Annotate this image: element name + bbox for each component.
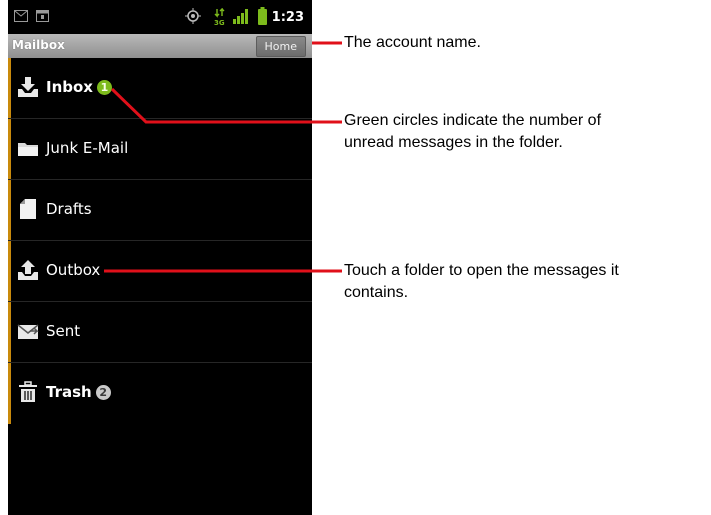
callout-open-line-2: contains. xyxy=(344,284,409,301)
callout-lines xyxy=(104,41,342,273)
callout-open-folder: Touch a folder to open the messages it c… xyxy=(344,260,619,304)
callout-unread-line-1: Green circles indicate the number of xyxy=(344,112,602,129)
callout-unread: Green circles indicate the number of unr… xyxy=(344,110,601,154)
callout-line-unread xyxy=(110,87,342,124)
callout-open-line-1: Touch a folder to open the messages it xyxy=(344,262,619,279)
callout-unread-line-2: unread messages in the folder. xyxy=(344,134,563,151)
callout-account: The account name. xyxy=(344,34,481,51)
